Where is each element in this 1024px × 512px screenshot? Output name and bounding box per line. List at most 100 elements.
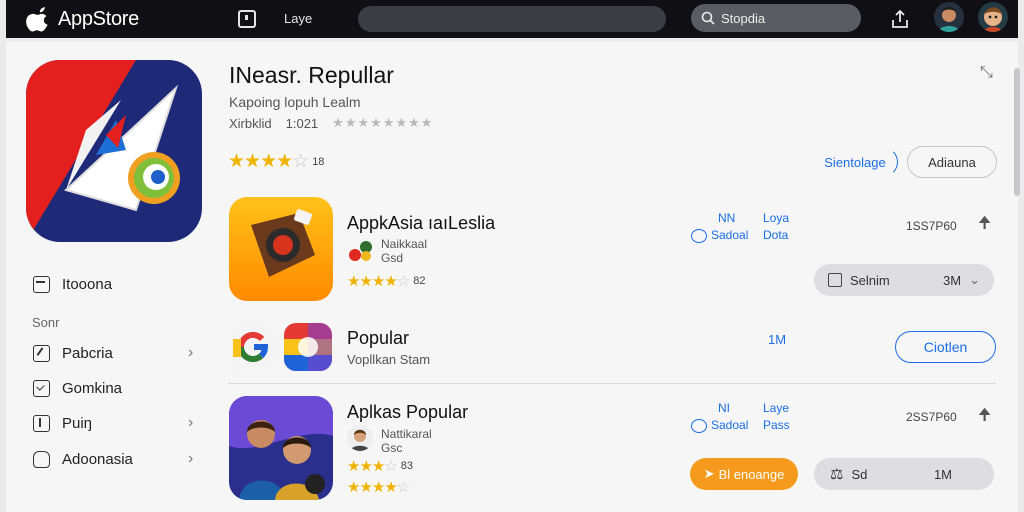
developer-name: Naikkaal	[381, 237, 428, 251]
button-label: Sd	[851, 466, 868, 482]
sidebar-item-label: Itooona	[62, 276, 113, 293]
sidebar-item-label: Pabcria	[62, 345, 113, 362]
meta-label: Xirbklid	[229, 115, 272, 131]
sidebar-item-label: Adoonasia	[62, 451, 133, 468]
character-icon	[983, 7, 1003, 32]
bag-icon	[33, 451, 50, 468]
meta-stars-icon: ★★★★★★★★	[332, 115, 434, 130]
sidebar-item-3[interactable]: Puiŋ	[33, 415, 92, 432]
photos-app-icon[interactable]	[284, 323, 332, 371]
user-avatar[interactable]	[934, 2, 964, 32]
app-size: 2SS7P60	[906, 410, 957, 424]
button-label: Selnim	[850, 272, 890, 288]
app-info-col1: NI Sadoal	[691, 400, 748, 434]
info-top: NN	[718, 211, 736, 225]
checkbox-icon	[33, 380, 50, 397]
chevron-right-icon[interactable]: ›	[188, 450, 193, 468]
share-icon[interactable]	[889, 8, 911, 30]
google-app-icon[interactable]	[229, 323, 277, 371]
address-bar[interactable]	[358, 6, 666, 32]
divider	[228, 383, 996, 384]
rainbow-icon	[284, 323, 332, 371]
movie-characters-icon	[229, 396, 333, 500]
topbar-tab-label[interactable]: Laye	[284, 11, 312, 26]
hero-link-button[interactable]: Sientolage	[812, 147, 898, 177]
button-label: Bl enoange	[718, 466, 785, 482]
developer-sub: Gsc	[381, 441, 403, 455]
info-bottom: Sadoal	[711, 418, 749, 432]
bookmark-icon[interactable]	[238, 10, 256, 28]
star-rating-icon: ★★★★☆	[228, 151, 309, 172]
developer-sub: Gsd	[381, 251, 404, 265]
meta-date: 1:021	[285, 115, 319, 131]
sidebar-item-2[interactable]: Gomkina	[33, 380, 122, 397]
app-action-button[interactable]: Selnim 3M ⌄	[814, 264, 994, 296]
sidebar-item-1[interactable]: Pabcria	[33, 345, 113, 362]
section-title: Popular	[347, 328, 410, 348]
info-top: Loya	[763, 211, 790, 225]
page-title: INeasr. Repullar	[229, 62, 394, 88]
document-icon	[33, 415, 50, 432]
info-top: NI	[718, 401, 730, 415]
apple-logo-icon	[26, 7, 48, 32]
secondary-avatar[interactable]	[978, 2, 1008, 32]
person-icon	[938, 7, 960, 32]
hero-rating: ★★★★☆ 18	[228, 150, 324, 173]
developer-name: Nattikaral	[381, 427, 432, 441]
info-bottom: Pass	[763, 418, 790, 432]
info-bottom: Sadoal	[711, 228, 749, 242]
chevron-right-icon[interactable]: ›	[188, 414, 193, 432]
face-icon	[691, 418, 707, 433]
app-logo[interactable]: AppStore	[26, 6, 139, 32]
app-icon[interactable]	[229, 396, 333, 500]
scale-icon: ⚖	[830, 466, 844, 483]
camera-game-icon	[229, 197, 333, 301]
app-size: 1SS7P60	[906, 219, 957, 233]
page-subtitle: Kapoing lopuh Lealm	[229, 94, 361, 110]
app-rating: ★★★☆ 83	[347, 457, 413, 475]
pin-icon[interactable]: 🠉	[978, 212, 991, 239]
section-action-button[interactable]: Ciotlen	[895, 331, 996, 363]
face-icon	[691, 228, 707, 243]
developer-avatar	[347, 425, 373, 451]
orange-action-button[interactable]: ➤ Bl enoange	[690, 458, 798, 490]
app-store-title: AppStore	[58, 7, 139, 30]
edit-icon	[33, 345, 50, 362]
app-info-col2: Laye Pass	[763, 400, 790, 434]
rating-count: 18	[312, 155, 325, 168]
close-icon[interactable]: ⤡	[980, 64, 993, 82]
sidebar-item-label: Gomkina	[62, 380, 123, 397]
cherries-icon	[349, 241, 372, 261]
star-rating-icon: ★★★☆	[347, 458, 398, 475]
app-info-col1: NN Sadoal	[691, 210, 748, 244]
section-subtitle: Vopllkan Stam	[347, 352, 431, 367]
search-label: Stopdia	[721, 10, 766, 26]
chevron-right-icon[interactable]: ›	[188, 344, 193, 362]
search-icon	[701, 11, 715, 25]
person-icon	[350, 429, 370, 451]
app-rating-secondary: ★★★★☆	[347, 478, 410, 496]
hero-meta: Xirbklid 1:021 ★★★★★★★★	[229, 115, 433, 131]
scrollbar[interactable]	[1014, 68, 1020, 196]
hero-secondary-button[interactable]: Adiauna	[907, 146, 997, 178]
sidebar-section-label: Sonr	[32, 315, 60, 330]
app-title[interactable]: AppkAsia ıaıLeslia	[347, 213, 495, 234]
app-title[interactable]: Aplkas Popular	[347, 402, 468, 423]
sidebar-item-label: Puiŋ	[62, 415, 93, 432]
window-icon	[33, 276, 50, 293]
star-rating-icon: ★★★★☆	[347, 273, 410, 290]
google-icon	[229, 323, 277, 371]
paper-plane-game-icon	[26, 60, 202, 242]
sidebar-item-home[interactable]: Itooona	[33, 276, 112, 293]
sidebar-item-4[interactable]: Adoonasia	[33, 451, 133, 468]
section-badge: 1M	[768, 332, 787, 347]
info-top: Laye	[763, 401, 790, 415]
app-info-col2: Loya Dota	[763, 210, 789, 244]
button-value: 3M	[943, 272, 962, 288]
search-field[interactable]: Stopdia	[691, 4, 861, 32]
app-action-button[interactable]: ⚖ Sd 1M	[814, 458, 994, 490]
featured-app-icon[interactable]	[26, 60, 202, 242]
app-icon[interactable]	[229, 197, 333, 301]
button-value: 1M	[933, 466, 952, 482]
pin-icon[interactable]: 🠉	[978, 404, 991, 431]
